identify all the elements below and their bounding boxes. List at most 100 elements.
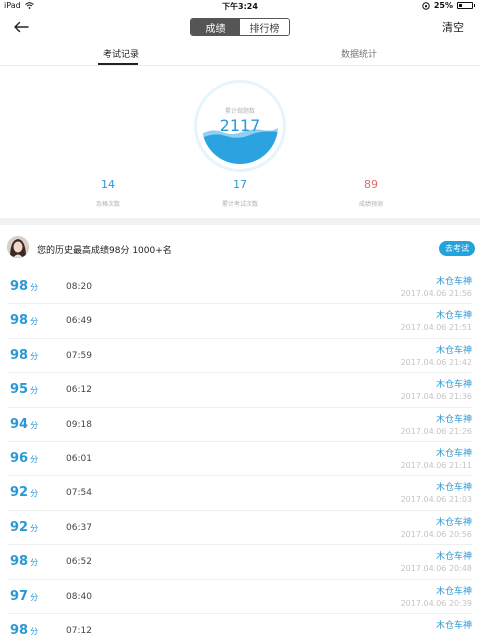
exam-record-row[interactable]: 98 分 07:12 木仓车神 (8, 614, 472, 640)
exam-record-row[interactable]: 94 分 09:18 木仓车神 2017.04.06 21:26 (8, 408, 472, 442)
record-score-unit: 分 (30, 386, 39, 396)
record-score: 98 分 (10, 554, 38, 569)
record-user-name: 木仓车神 (435, 586, 472, 597)
record-date: 2017.04.06 20:39 (400, 598, 472, 608)
record-user-name: 木仓车神 (435, 552, 472, 563)
exam-record-row[interactable]: 92 分 06:37 木仓车神 2017.04.06 20:56 (8, 511, 472, 546)
record-user-name: 木仓车神 (435, 620, 472, 631)
record-score-value: 95 (10, 382, 29, 398)
record-score: 94 分 (10, 417, 38, 432)
segment-scores[interactable]: 成绩 (191, 19, 240, 35)
stat-label: 累计考试次数 (221, 201, 258, 208)
avatar (7, 236, 29, 258)
question-count-circle: 累计做题数 2117 (194, 80, 286, 172)
exam-record-row[interactable]: 98 分 07:59 木仓车神 2017.04.06 21:42 (8, 339, 472, 374)
record-score: 97 分 (10, 589, 38, 604)
stat-pass-count: 14 及格次数 (58, 178, 158, 208)
record-score-value: 92 (10, 485, 29, 501)
avatar-image (7, 236, 29, 258)
segment-ranking[interactable]: 排行榜 (240, 19, 289, 35)
record-date: 2017.04.06 21:51 (400, 323, 472, 333)
record-score-value: 98 (10, 279, 29, 294)
record-score-value: 98 (10, 554, 29, 570)
back-button[interactable] (10, 16, 32, 38)
circle-value: 2117 (219, 116, 261, 135)
record-score-value: 98 (10, 313, 29, 329)
tab-active-indicator (98, 63, 138, 65)
record-user-name: 木仓车神 (435, 277, 472, 287)
record-score-unit: 分 (30, 420, 39, 430)
battery-icon (457, 2, 473, 9)
record-score-unit: 分 (30, 558, 39, 568)
record-score-unit: 分 (30, 283, 39, 292)
record-duration: 08:40 (66, 591, 92, 602)
record-duration: 07:59 (66, 350, 92, 361)
arrow-left-icon (14, 21, 29, 33)
record-score-unit: 分 (30, 454, 39, 464)
record-date: 2017.04.06 20:48 (400, 564, 472, 574)
battery-percent: 25% (433, 1, 453, 10)
best-score-text: 您的历史最高成绩98分 1000+名 (37, 246, 172, 256)
record-score: 98 分 (10, 313, 38, 328)
exam-record-row[interactable]: 92 分 07:54 木仓车神 2017.04.06 21:03 (8, 476, 472, 511)
record-duration: 09:18 (66, 419, 92, 430)
record-user-name: 木仓车神 (435, 311, 472, 322)
record-date: 2017.04.06 21:36 (400, 392, 472, 402)
record-score: 98 分 (10, 623, 38, 638)
tab-bar: 考试记录 数据统计 (0, 40, 480, 66)
record-score: 96 分 (10, 451, 38, 466)
circle-inner: 累计做题数 2117 (202, 88, 278, 164)
tab-exam-records[interactable]: 考试记录 (103, 47, 139, 60)
record-user-name: 木仓车神 (435, 345, 472, 356)
record-date: 2017.04.06 21:03 (400, 495, 472, 505)
stat-value: 89 (364, 178, 378, 191)
record-score-value: 94 (10, 416, 29, 432)
record-score-unit: 分 (30, 351, 39, 361)
record-date: 2017.04.06 20:56 (400, 529, 472, 539)
record-user-name: 木仓车神 (435, 414, 472, 425)
stat-value: 17 (233, 178, 247, 191)
record-user-name: 木仓车神 (435, 517, 472, 528)
status-time: 下午3:24 (222, 2, 258, 11)
record-score: 92 分 (10, 485, 38, 500)
nav-bar: 成绩 排行榜 清空 (0, 14, 480, 40)
record-date: 2017.04.06 21:26 (400, 426, 472, 436)
battery-tip (474, 4, 475, 7)
record-score-unit: 分 (30, 592, 39, 602)
best-score-row: 您的历史最高成绩98分 1000+名 去考试 (0, 225, 480, 265)
exam-record-row[interactable]: 98 分 06:52 木仓车神 2017.04.06 20:48 (8, 545, 472, 580)
exam-record-row[interactable]: 98 分 08:20 木仓车神 2017.04.06 21:56 (8, 270, 472, 305)
segmented-control: 成绩 排行榜 (190, 18, 290, 36)
record-user-name: 木仓车神 (435, 483, 472, 494)
record-score-value: 96 (10, 450, 29, 466)
exam-record-list: 98 分 08:20 木仓车神 2017.04.06 21:56 98 分 06:49 木仓车神… (0, 270, 480, 640)
exam-record-row[interactable]: 95 分 06:12 木仓车神 2017.04.06 21:36 (8, 373, 472, 408)
clear-button[interactable]: 清空 (442, 19, 464, 35)
record-user-name: 木仓车神 (435, 448, 472, 459)
status-right: 25% (422, 1, 475, 10)
exam-record-row[interactable]: 97 分 08:40 木仓车神 2017.04.06 20:39 (8, 580, 472, 614)
exam-record-row[interactable]: 98 分 06:49 木仓车神 2017.04.06 21:51 (8, 304, 472, 339)
section-divider (0, 218, 480, 225)
record-score-value: 98 (10, 347, 29, 363)
circle-label: 累计做题数 (224, 108, 255, 115)
exam-record-row[interactable]: 96 分 06:01 木仓车神 2017.04.06 21:11 (8, 442, 472, 477)
record-score-unit: 分 (30, 523, 39, 533)
stat-label: 及格次数 (95, 201, 120, 208)
tab-data-statistics[interactable]: 数据统计 (341, 47, 377, 60)
stat-score-prediction: 89 成绩预测 (321, 178, 421, 208)
record-date: 2017.04.06 21:11 (400, 460, 472, 470)
record-duration: 07:12 (66, 625, 92, 636)
record-user-name: 木仓车神 (435, 380, 472, 391)
stat-exam-count: 17 累计考试次数 (190, 178, 290, 208)
record-date: 2017.04.06 21:42 (400, 357, 472, 367)
record-score-value: 97 (10, 588, 29, 604)
record-score: 98 分 (10, 348, 38, 363)
record-score-value: 92 (10, 519, 29, 535)
record-score: 98 分 (10, 279, 38, 294)
record-score-value: 98 (10, 622, 29, 638)
record-date: 2017.04.06 21:56 (400, 289, 472, 298)
record-score-unit: 分 (30, 489, 39, 499)
record-duration: 06:01 (66, 453, 92, 464)
take-exam-button[interactable]: 去考试 (439, 241, 475, 256)
